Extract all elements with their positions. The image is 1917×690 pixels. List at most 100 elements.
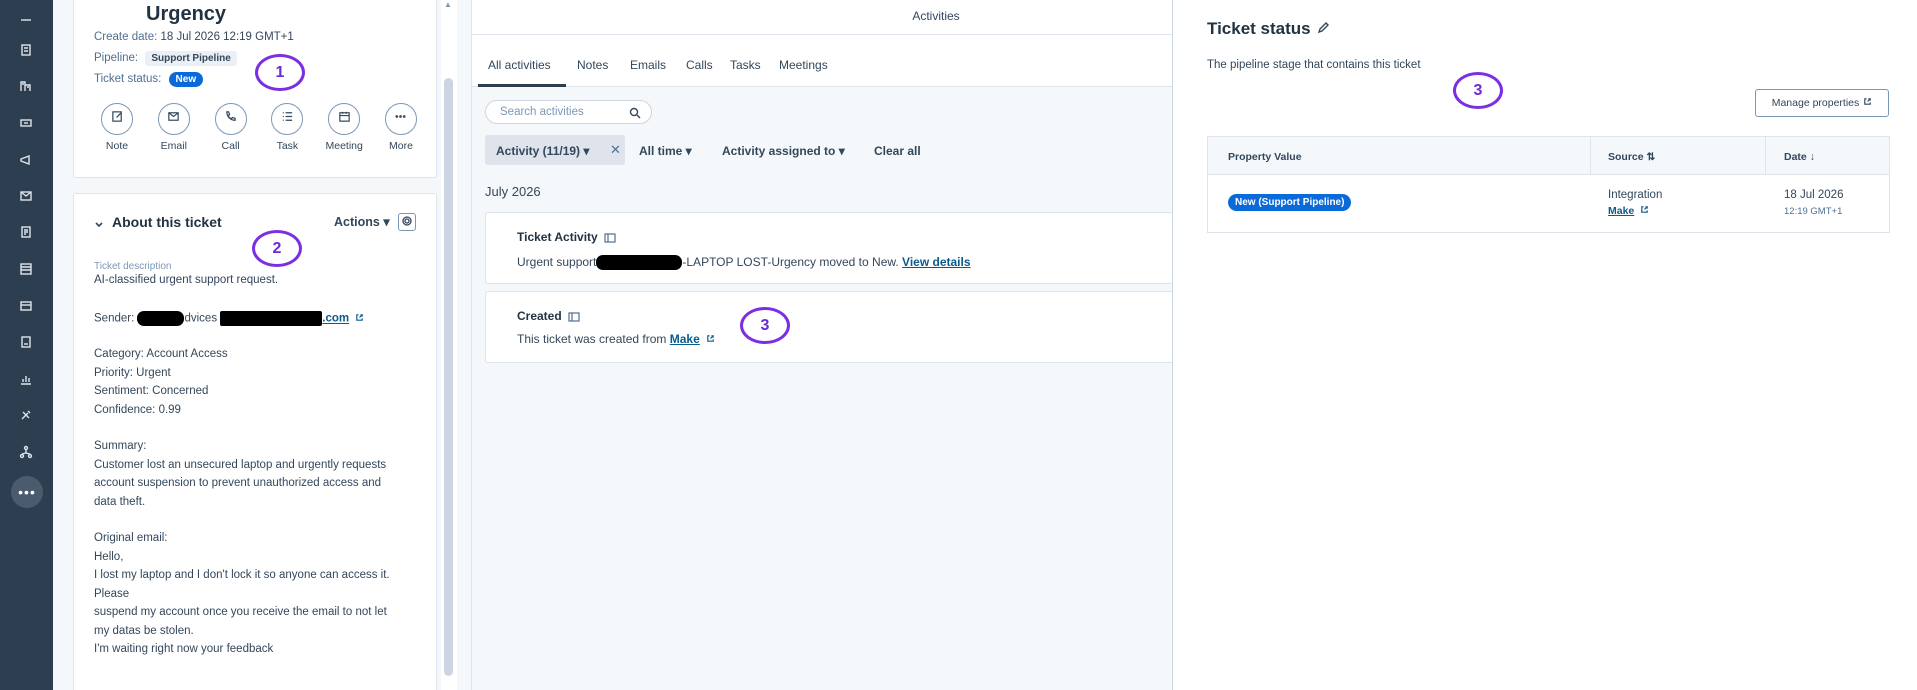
- gear-icon: [402, 213, 412, 231]
- companies-icon[interactable]: [16, 76, 36, 96]
- inbox-icon[interactable]: [16, 186, 36, 206]
- ticket-description-label: Ticket description: [94, 261, 172, 272]
- tab-calls[interactable]: Calls: [686, 58, 713, 72]
- activity-tabs: All activities Notes Emails Calls Tasks …: [472, 35, 1173, 87]
- pipeline-row: Pipeline: Support Pipeline: [94, 51, 237, 66]
- external-link-icon: [1859, 97, 1872, 109]
- column-property-value[interactable]: Property Value: [1228, 151, 1302, 163]
- task-button[interactable]: Task: [264, 103, 310, 152]
- date-cell: 18 Jul 2026: [1784, 189, 1844, 201]
- desc-line: account suspension to prevent unauthoriz…: [94, 477, 382, 489]
- sidebar-scrollbar-thumb[interactable]: [444, 78, 453, 676]
- workflow-icon[interactable]: [16, 442, 36, 462]
- activity-card[interactable]: Ticket Activity Urgent support -LAPTOP LO…: [485, 212, 1185, 284]
- tab-tasks[interactable]: Tasks: [730, 58, 761, 72]
- property-history-table: Property Value Source ⇅ Date ↓ New (Supp…: [1207, 136, 1890, 233]
- settings-gear-button[interactable]: [398, 213, 416, 231]
- desc-line: Category: Account Access: [94, 348, 228, 360]
- month-heading: July 2026: [485, 184, 541, 199]
- chevron-down-icon: [94, 217, 104, 228]
- sender-line: Sender: dvices .com: [94, 311, 364, 326]
- property-history-panel: Ticket status The pipeline stage that co…: [1172, 0, 1917, 690]
- redaction: [596, 255, 683, 271]
- menu-divider-icon: [16, 10, 36, 30]
- meeting-icon: [338, 110, 351, 128]
- docs-icon[interactable]: [16, 332, 36, 352]
- global-nav: •••: [0, 0, 53, 690]
- marketing-icon[interactable]: [16, 150, 36, 170]
- annotation-marker: 1: [255, 54, 305, 91]
- desc-line: Original email:: [94, 532, 168, 544]
- sort-down-icon: ↓: [1809, 151, 1815, 163]
- more-apps-icon[interactable]: •••: [11, 476, 43, 508]
- note-button[interactable]: Note: [94, 103, 140, 152]
- desc-line: Sentiment: Concerned: [94, 385, 209, 397]
- property-description: The pipeline stage that contains this ti…: [1207, 59, 1421, 71]
- close-icon[interactable]: ✕: [610, 142, 621, 158]
- status-badge[interactable]: New: [168, 72, 204, 87]
- tab-notes[interactable]: Notes: [577, 58, 608, 72]
- reports-icon[interactable]: [16, 369, 36, 389]
- record-header-card: Urgency Create date: 18 Jul 2026 12:19 G…: [73, 0, 437, 178]
- record-title: Urgency: [146, 3, 227, 25]
- more-button[interactable]: More: [378, 103, 424, 152]
- make-link[interactable]: Make: [670, 332, 700, 346]
- desc-line: Please: [94, 588, 130, 600]
- manage-properties-button[interactable]: Manage properties: [1755, 89, 1889, 117]
- activities-panel: Activities All activities Notes Emails C…: [471, 0, 1185, 690]
- content-icon[interactable]: [16, 222, 36, 242]
- about-actions-menu[interactable]: Actions ▾: [334, 214, 390, 229]
- desc-line: Confidence: 0.99: [94, 404, 181, 416]
- make-link[interactable]: Make: [1608, 205, 1634, 217]
- external-link-icon: [352, 313, 364, 325]
- tab-meetings[interactable]: Meetings: [779, 58, 828, 72]
- property-title: Ticket status: [1207, 19, 1329, 39]
- sort-icon: ⇅: [1646, 151, 1656, 163]
- call-button[interactable]: Call: [208, 103, 254, 152]
- sender-email-link[interactable]: .com: [322, 313, 349, 325]
- view-details-link[interactable]: View details: [902, 255, 970, 269]
- desc-line: I lost my laptop and I don't lock it so …: [94, 569, 390, 581]
- external-link-icon: [1637, 205, 1649, 217]
- pencil-icon[interactable]: [1311, 19, 1329, 39]
- about-section-toggle[interactable]: About this ticket: [94, 214, 222, 230]
- source-link-row: Make: [1608, 205, 1649, 217]
- note-icon: [111, 110, 124, 128]
- table-header: Property Value Source ⇅ Date ↓: [1208, 137, 1889, 175]
- source-cell: Integration: [1608, 189, 1663, 201]
- activity-card[interactable]: Created This ticket was created from Mak…: [485, 291, 1185, 363]
- time-filter[interactable]: All time ▾: [639, 144, 692, 158]
- commerce-icon[interactable]: [16, 296, 36, 316]
- annotation-marker: 2: [252, 230, 302, 267]
- activity-filter-chip[interactable]: Activity (11/19) ▾ ✕: [485, 135, 625, 165]
- property-value-badge: New (Support Pipeline): [1228, 194, 1352, 211]
- ticket-icon: [562, 309, 580, 323]
- status-row: Ticket status: New: [94, 72, 204, 87]
- tab-emails[interactable]: Emails: [630, 58, 666, 72]
- annotation-marker: 3: [1453, 72, 1503, 109]
- desc-line: Customer lost an unsecured laptop and ur…: [94, 459, 387, 471]
- contacts-icon[interactable]: [16, 40, 36, 60]
- redaction: [137, 311, 185, 326]
- activities-header: Activities: [472, 0, 1173, 35]
- search-icon: [629, 106, 641, 124]
- column-date[interactable]: Date ↓: [1784, 151, 1815, 163]
- meeting-button[interactable]: Meeting: [321, 103, 367, 152]
- assigned-filter[interactable]: Activity assigned to ▾: [722, 144, 845, 158]
- desc-line: data theft.: [94, 496, 146, 508]
- ticket-icon: [598, 230, 616, 244]
- scroll-up-icon[interactable]: ▲: [444, 0, 454, 10]
- email-button[interactable]: Email: [151, 103, 197, 152]
- desc-line: Hello,: [94, 551, 124, 563]
- tab-all-activities[interactable]: All activities: [488, 58, 551, 72]
- search-activities-input[interactable]: Search activities: [485, 100, 652, 124]
- deals-icon[interactable]: [16, 113, 36, 133]
- database-icon[interactable]: [16, 259, 36, 279]
- create-date: Create date: 18 Jul 2026 12:19 GMT+1: [94, 31, 294, 43]
- clear-all-button[interactable]: Clear all: [874, 144, 921, 158]
- tools-icon[interactable]: [16, 405, 36, 425]
- active-tab-indicator: [478, 84, 566, 87]
- column-source[interactable]: Source ⇅: [1608, 151, 1655, 163]
- email-icon: [167, 110, 180, 128]
- desc-line: suspend my account once you receive the …: [94, 606, 387, 618]
